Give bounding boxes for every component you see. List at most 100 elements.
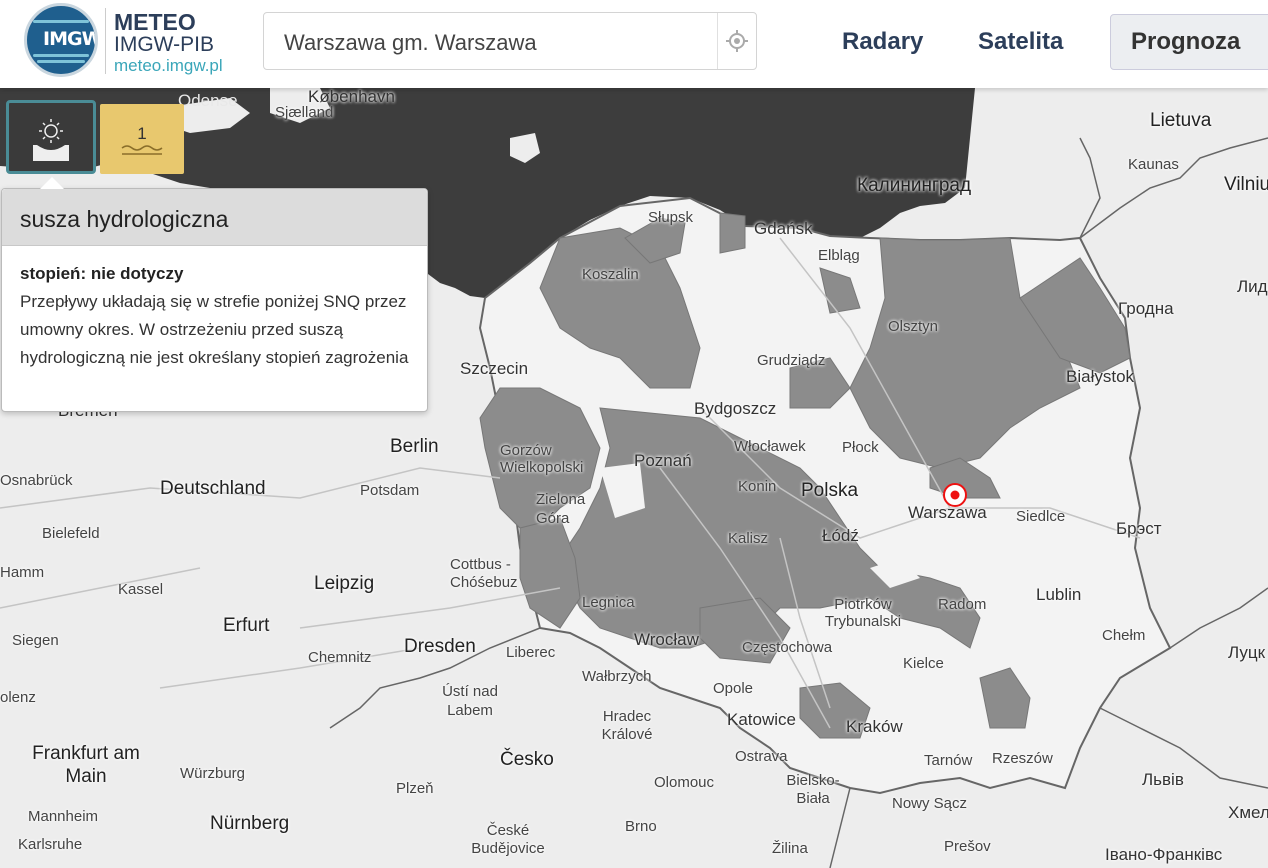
map-label: Nürnberg [210, 813, 290, 834]
map-label: Olsztyn [888, 318, 939, 335]
location-search [263, 12, 757, 70]
map-label: Bielsko-Biała [786, 772, 840, 807]
tooltip-degree: stopień: nie dotyczy [20, 264, 184, 283]
map-label: Брэст [1116, 519, 1162, 538]
map-label: Szczecin [460, 359, 529, 378]
brand-subtitle: IMGW-PIB [114, 33, 214, 56]
map-label: Kassel [118, 581, 164, 598]
logo-divider [105, 8, 106, 74]
map-label: Warszawa [908, 503, 987, 522]
map-label: Kraków [846, 717, 903, 736]
drought-sun-icon [33, 119, 69, 161]
map-label: Słupsk [648, 209, 694, 226]
map-label: Ostrava [735, 748, 788, 765]
map-label: Karlsruhe [18, 836, 83, 853]
nav-satelita[interactable]: Satelita [978, 14, 1063, 70]
map-label: Odense [178, 91, 238, 110]
logo-text: IMGW [43, 28, 98, 50]
locate-me-button[interactable] [717, 13, 756, 69]
search-input[interactable] [282, 23, 706, 63]
map-label: Włocławek [734, 438, 806, 455]
map-label: Mannheim [28, 808, 99, 825]
map-label: Würzburg [180, 765, 246, 782]
map-label: Lublin [1036, 585, 1082, 604]
map-label: Bydgoszcz [694, 399, 777, 418]
top-header: IMGW METEO IMGW-PIB meteo.imgw.pl Radary… [0, 0, 1268, 88]
map-label: Osnabrück [0, 472, 73, 489]
map-label: Legnica [582, 594, 635, 611]
map-label: Žilina [772, 840, 808, 857]
map-label: Berlin [390, 436, 439, 457]
map-label: Wałbrzych [582, 668, 652, 685]
map-label: Gorzów Wielkopolski [500, 442, 584, 476]
map-label: Chełm [1102, 627, 1146, 644]
map-label: Sjælland [275, 104, 334, 121]
tooltip-text: Przepływy układają się w strefie poniżej… [20, 292, 409, 367]
map-label: Leipzig [314, 573, 375, 594]
map-label: Львів [1142, 770, 1184, 789]
nav-prognoza[interactable]: Prognoza [1110, 14, 1268, 70]
warning-level-button[interactable]: 1 [100, 104, 184, 174]
imgw-logo[interactable]: IMGW [24, 3, 98, 77]
map-label: Rzeszów [992, 750, 1053, 767]
crosshair-icon [726, 30, 748, 52]
map-label: Dresden [404, 636, 476, 657]
drought-warning-button[interactable] [6, 100, 96, 174]
map-label: Hradec Králové [601, 708, 653, 743]
map-label: Konin [738, 478, 777, 495]
map-label: Koszalin [582, 266, 639, 283]
brand: METEO IMGW-PIB meteo.imgw.pl [114, 10, 223, 76]
brand-link[interactable]: meteo.imgw.pl [114, 56, 223, 76]
map-label: olenz [0, 689, 36, 706]
map-label: Potsdam [360, 482, 420, 499]
map-label: Płock [842, 439, 879, 456]
map-label: Bielefeld [42, 525, 100, 542]
map-label: Radom [938, 596, 987, 613]
map-label: Olomouc [654, 774, 715, 791]
water-wave-icon [121, 145, 163, 155]
map-label: Česko [500, 749, 554, 770]
map-label: Kalisz [728, 530, 769, 547]
map-label: Siedlce [1016, 508, 1066, 525]
map-label: Lietuva [1150, 110, 1212, 131]
map-label: Polska [801, 480, 859, 501]
map-label: Grudziądz [757, 352, 826, 369]
map-label: Vilniu [1224, 174, 1268, 195]
map-label: Kielce [903, 655, 944, 672]
warning-count: 1 [137, 124, 147, 143]
map-label: Nowy Sącz [892, 795, 968, 812]
map-label: Луцк [1228, 643, 1266, 662]
map-label: Częstochowa [742, 639, 833, 656]
map-label: Elbląg [818, 247, 860, 264]
map-label: Калининград [857, 175, 972, 196]
brand-title: METEO [114, 9, 196, 35]
map-label: Plzeň [396, 780, 434, 797]
map-label: Prešov [944, 838, 991, 855]
map-label: Івано-Франківс [1105, 845, 1223, 864]
map-label: Cottbus - Chóśebuz [450, 556, 518, 591]
tooltip-title: susza hydrologiczna [2, 189, 427, 246]
map-label: Zielona Góra [536, 491, 586, 527]
map-label: Гродна [1118, 299, 1174, 318]
map-label: Ústí nad Labem [442, 683, 498, 719]
map-label: Хмел [1228, 803, 1268, 822]
map-label: Wrocław [634, 630, 699, 649]
nav-radary[interactable]: Radary [842, 14, 923, 70]
map-label: Piotrków Trybunalski [824, 596, 902, 630]
map-label: Лида [1237, 277, 1268, 296]
map-label: Poznań [634, 451, 692, 470]
map-label: Tarnów [924, 752, 973, 769]
map-label: Katowice [727, 710, 796, 729]
map-label: Opole [713, 680, 754, 697]
warning-tooltip: susza hydrologiczna stopień: nie dotyczy… [1, 177, 428, 412]
map-label: Kaunas [1128, 156, 1179, 173]
map-label: Liberec [506, 644, 556, 661]
map-label: Siegen [12, 632, 59, 649]
map-label: Białystok [1066, 367, 1135, 386]
tooltip-body: stopień: nie dotyczy Przepływy układają … [2, 246, 427, 372]
map-label: Erfurt [223, 615, 270, 636]
map-label: Gdańsk [754, 219, 813, 238]
map-label: Chemnitz [308, 649, 372, 666]
map-label: České Budějovice [471, 822, 545, 857]
map-label: Frankfurt am Main [32, 743, 140, 787]
